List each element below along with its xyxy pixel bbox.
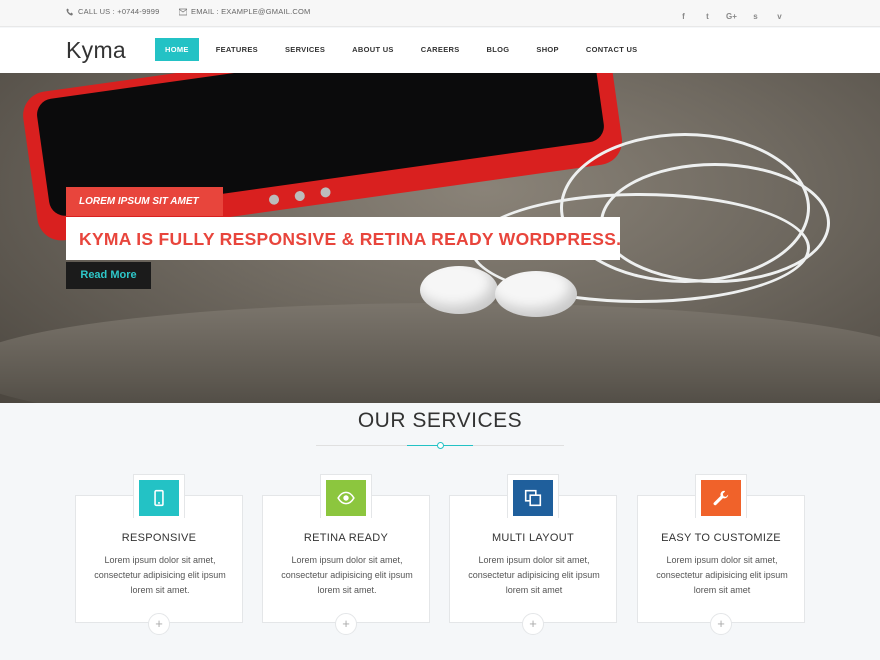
phone-icon <box>66 8 73 15</box>
nav-shop[interactable]: SHOP <box>526 38 568 61</box>
read-more-button[interactable]: Read More <box>66 262 151 289</box>
facebook-icon[interactable]: f <box>679 12 688 21</box>
service-title: MULTI LAYOUT <box>491 532 575 544</box>
site-header: Kyma HOME FEATURES SERVICES ABOUT US CAR… <box>0 28 880 73</box>
nav-about-us[interactable]: ABOUT US <box>342 38 404 61</box>
service-title: RETINA READY <box>303 532 389 544</box>
main-nav: HOME FEATURES SERVICES ABOUT US CAREERS … <box>155 38 654 61</box>
service-title: EASY TO CUSTOMIZE <box>661 532 781 544</box>
services-title: OUR SERVICES <box>357 409 523 432</box>
hero-tag: LOREM IPSUM SIT AMET <box>66 187 223 216</box>
service-title: RESPONSIVE <box>121 532 197 544</box>
nav-features[interactable]: FEATURES <box>206 38 268 61</box>
mobile-icon <box>139 480 179 516</box>
google-plus-icon[interactable]: G+ <box>726 12 737 21</box>
skype-icon[interactable]: s <box>751 12 760 21</box>
service-text: Lorem ipsum dolor sit amet, consectetur … <box>281 555 413 595</box>
nav-blog[interactable]: BLOG <box>477 38 520 61</box>
hero-earbud <box>420 266 498 314</box>
service-text: Lorem ipsum dolor sit amet, consectetur … <box>94 555 226 595</box>
top-bar: CALL US : +0744-9999 EMAIL : EXAMPLE@GMA… <box>0 0 880 27</box>
envelope-icon <box>179 8 187 15</box>
plus-icon[interactable]: + <box>335 613 357 635</box>
phone-label: CALL US : +0744-9999 <box>78 7 160 16</box>
service-card-multi-layout: MULTI LAYOUT Lorem ipsum dolor sit amet,… <box>449 474 617 635</box>
service-card-responsive: RESPONSIVE Lorem ipsum dolor sit amet, c… <box>75 474 243 635</box>
email-contact[interactable]: EMAIL : EXAMPLE@GMAIL.COM <box>179 7 310 16</box>
plus-icon[interactable]: + <box>148 613 170 635</box>
service-card-retina: RETINA READY Lorem ipsum dolor sit amet,… <box>262 474 430 635</box>
wrench-icon <box>701 480 741 516</box>
nav-contact-us[interactable]: CONTACT US <box>576 38 648 61</box>
nav-home[interactable]: HOME <box>155 38 199 61</box>
vimeo-icon[interactable]: v <box>775 12 784 21</box>
service-text: Lorem ipsum dolor sit amet, consectetur … <box>656 555 788 595</box>
nav-careers[interactable]: CAREERS <box>411 38 470 61</box>
nav-services[interactable]: SERVICES <box>275 38 335 61</box>
copy-icon <box>513 480 553 516</box>
email-label: EMAIL : EXAMPLE@GMAIL.COM <box>191 7 311 16</box>
plus-icon[interactable]: + <box>710 613 732 635</box>
social-links: f t G+ s v <box>679 12 784 21</box>
hero-background-fold <box>0 303 880 403</box>
twitter-icon[interactable]: t <box>703 12 712 21</box>
service-card-customize: EASY TO CUSTOMIZE Lorem ipsum dolor sit … <box>637 474 805 635</box>
service-text: Lorem ipsum dolor sit amet, consectetur … <box>468 555 600 595</box>
title-divider <box>316 442 564 449</box>
site-logo[interactable]: Kyma <box>66 37 126 64</box>
eye-icon <box>326 480 366 516</box>
hero-headline: KYMA IS FULLY RESPONSIVE & RETINA READY … <box>66 217 620 260</box>
phone-contact[interactable]: CALL US : +0744-9999 <box>66 7 159 16</box>
hero-slider[interactable]: LOREM IPSUM SIT AMET KYMA IS FULLY RESPO… <box>0 73 880 403</box>
plus-icon[interactable]: + <box>522 613 544 635</box>
